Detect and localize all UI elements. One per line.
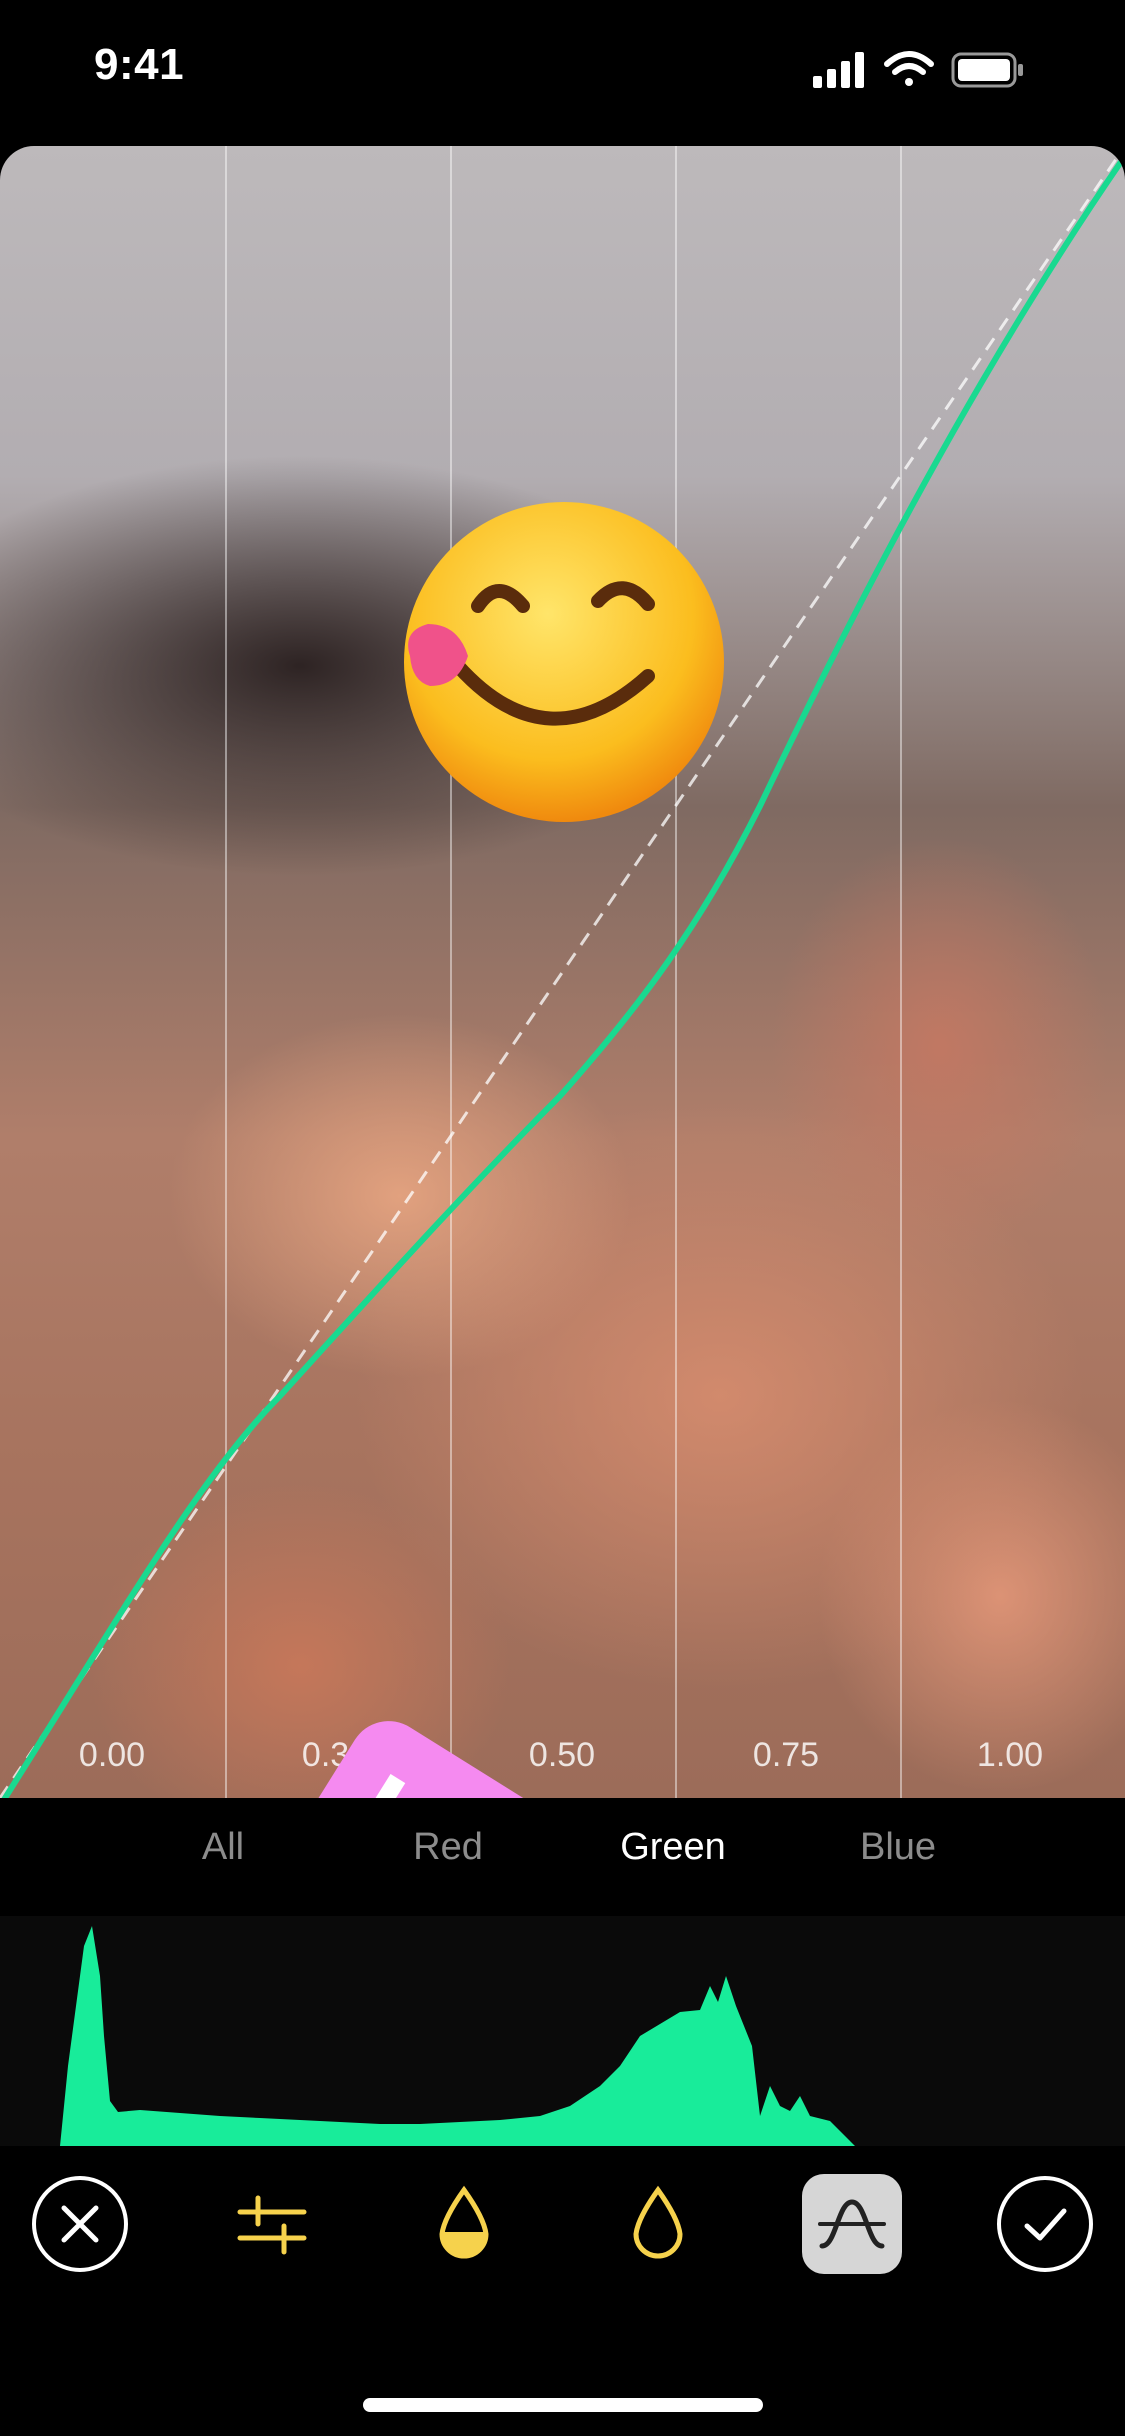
channel-tab-red[interactable]: Red: [348, 1826, 548, 1869]
tone-curve[interactable]: [0, 146, 1125, 1798]
wifi-icon: [884, 51, 934, 86]
channel-tab-green[interactable]: Green: [573, 1826, 773, 1869]
tick-label: 0.50: [528, 1736, 596, 1774]
home-indicator: [363, 2398, 763, 2412]
color-button[interactable]: [608, 2174, 708, 2274]
tick-label: 0.00: [78, 1736, 146, 1774]
bottom-toolbar: [0, 2146, 1125, 2436]
battery-icon: [951, 52, 1023, 88]
curves-button[interactable]: [802, 2174, 902, 2274]
confirm-button[interactable]: [995, 2174, 1095, 2274]
histogram-area: [60, 1926, 855, 2146]
status-bar: 9:41: [0, 0, 1125, 140]
cellular-signal-icon: [813, 52, 864, 88]
close-circle-icon: [32, 2176, 128, 2272]
checkmark-circle-icon: [997, 2176, 1093, 2272]
baseline-diagonal: [0, 146, 1125, 1798]
yum-face-emoji-sticker[interactable]: [398, 496, 730, 828]
channel-tab-blue[interactable]: Blue: [798, 1826, 998, 1869]
adjust-button[interactable]: [222, 2174, 322, 2274]
tick-label: 1.00: [976, 1736, 1044, 1774]
curves-icon: [818, 2199, 886, 2249]
photo-canvas[interactable]: 0.00 0.31 0.50 0.75 1.00 I hope we will,…: [0, 146, 1125, 1798]
cancel-button[interactable]: [30, 2174, 130, 2274]
histogram: [0, 1916, 1125, 2146]
channel-selector: All Red Green Blue: [0, 1798, 1125, 1916]
channel-tab-all[interactable]: All: [123, 1826, 323, 1869]
status-time: 9:41: [94, 40, 185, 89]
tone-button[interactable]: [414, 2174, 514, 2274]
status-icons: [813, 51, 1023, 88]
histogram-chart: [60, 1926, 855, 2146]
sliders-icon: [237, 2195, 307, 2255]
half-drop-icon: [439, 2185, 489, 2259]
drop-icon: [633, 2185, 683, 2259]
tick-label: 0.75: [752, 1736, 820, 1774]
